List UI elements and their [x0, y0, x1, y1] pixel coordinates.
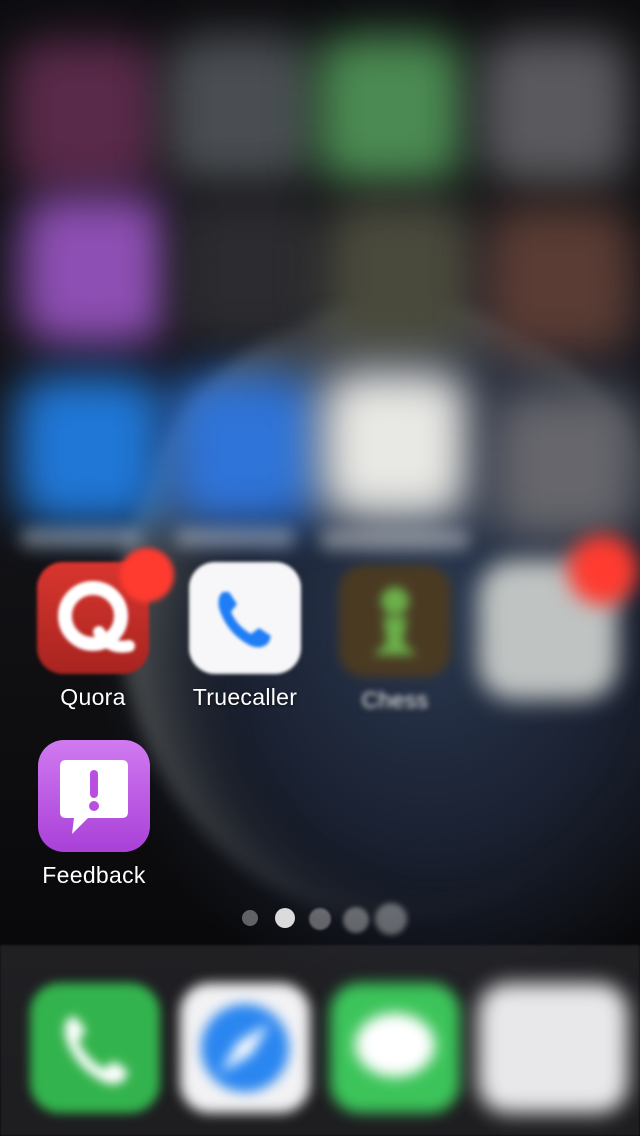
- blurred-app-icon: [10, 40, 160, 190]
- app-label-truecaller: Truecaller: [192, 684, 298, 710]
- notification-badge: [120, 548, 174, 602]
- page-dot: [375, 903, 407, 935]
- blurred-app-icon: [15, 375, 165, 525]
- blurred-app-icon: [480, 35, 630, 185]
- page-dot: [343, 907, 369, 933]
- blurred-app-icon: [325, 200, 475, 350]
- blurred-app-icon: [170, 375, 320, 525]
- app-label-quora: Quora: [60, 684, 126, 710]
- page-indicator[interactable]: [0, 903, 640, 935]
- exclamation-speech-bubble-icon: [38, 740, 150, 852]
- blurred-app-icon: [175, 195, 325, 345]
- page-dot: [242, 910, 258, 926]
- phone-handset-icon: [189, 562, 301, 674]
- notification-badge: [568, 535, 638, 605]
- speech-bubble-icon[interactable]: [330, 983, 460, 1113]
- blurred-app-label: [175, 528, 295, 548]
- blurred-app-label: [20, 528, 140, 548]
- app-feedback[interactable]: Feedback: [29, 740, 159, 889]
- phone-icon[interactable]: [30, 983, 160, 1113]
- blurred-app-icon: [490, 390, 640, 540]
- blurred-app-icon: [485, 205, 635, 355]
- blurred-app-icon: [20, 195, 170, 345]
- blurred-app-icon: [165, 35, 315, 185]
- app-truecaller[interactable]: Truecaller: [180, 562, 310, 711]
- app-quora[interactable]: Quora: [28, 548, 174, 711]
- page-dot: [309, 908, 331, 930]
- chess-pawn-icon: [339, 565, 451, 677]
- app-label-feedback: Feedback: [42, 862, 146, 888]
- compass-icon[interactable]: [180, 983, 310, 1113]
- blurred-app-icon: [320, 370, 470, 520]
- app-chess[interactable]: Chess: [330, 565, 460, 714]
- blurred-app-icon: [315, 35, 465, 185]
- page-dot-current: [275, 908, 295, 928]
- app-label-chess: Chess: [361, 687, 429, 713]
- music-note-icon[interactable]: [478, 983, 628, 1113]
- blurred-app-label: [320, 530, 470, 550]
